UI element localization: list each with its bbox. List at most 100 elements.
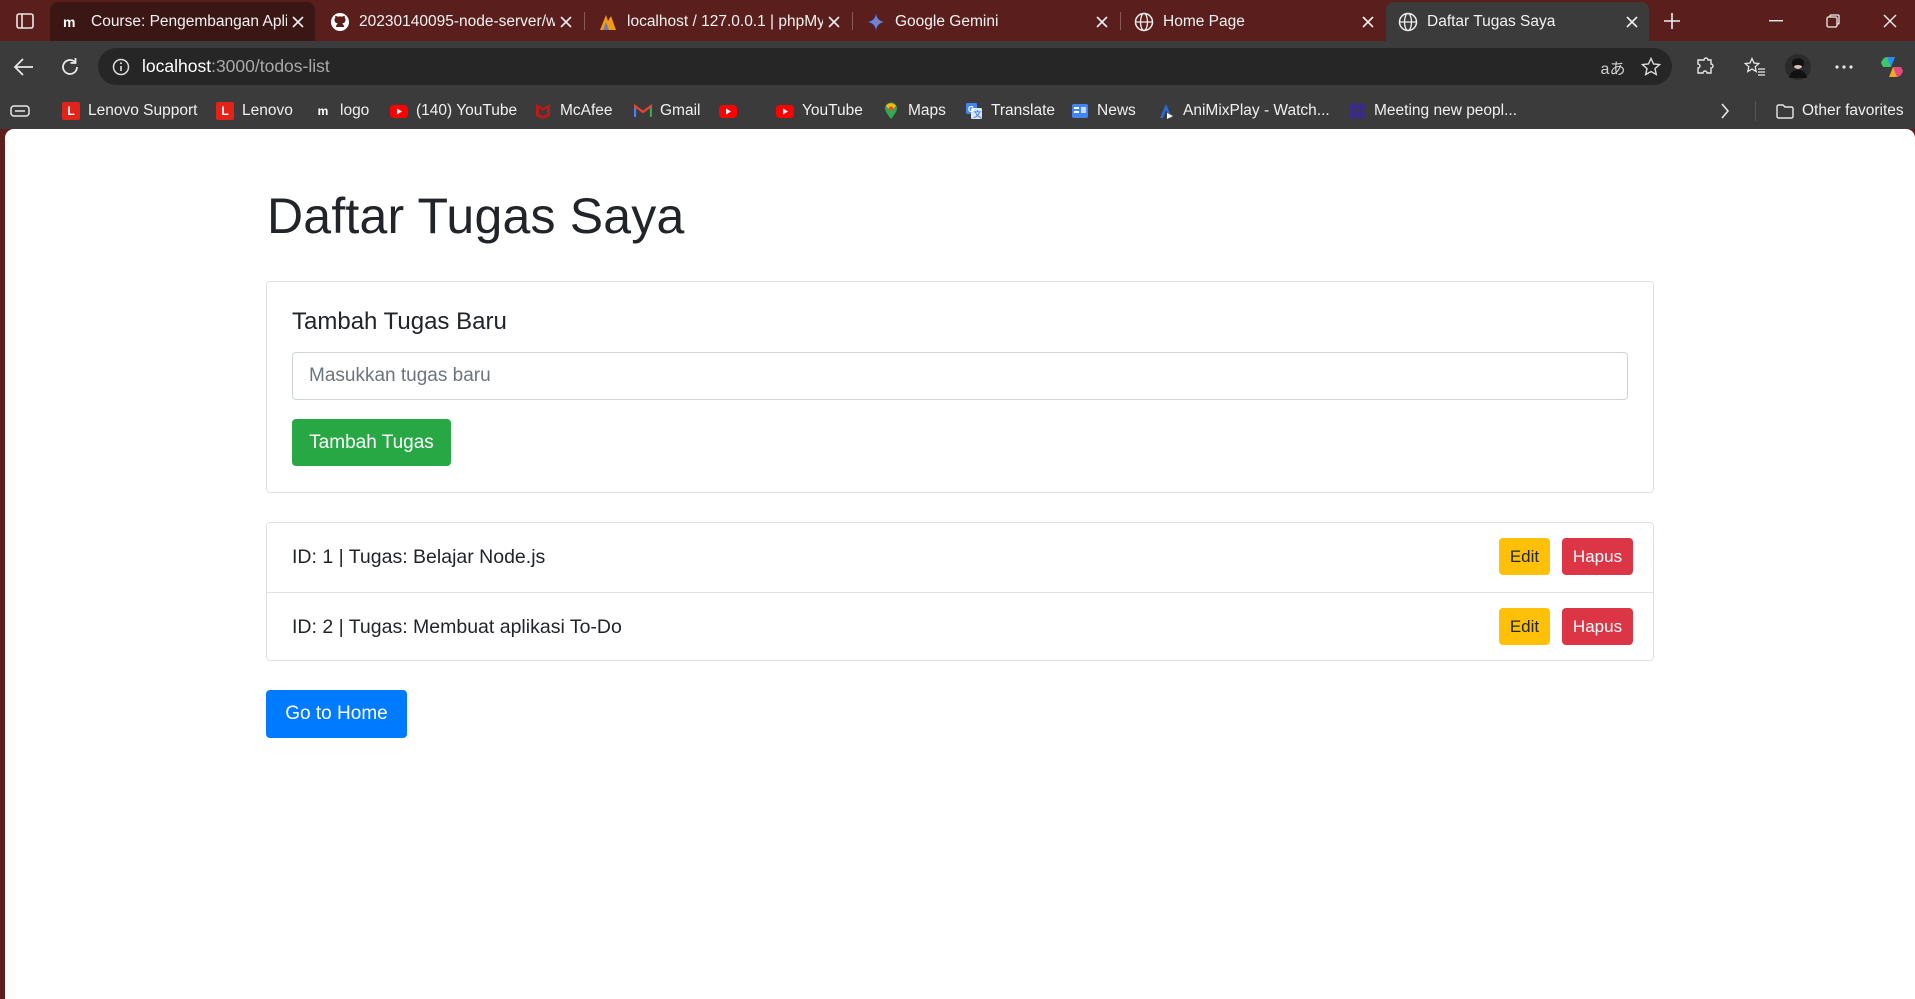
tab-separator <box>584 12 585 30</box>
globe-icon <box>1398 12 1418 32</box>
bookmark-label: Meeting new peopl... <box>1374 102 1518 119</box>
copilot-icon[interactable] <box>1874 49 1910 85</box>
close-icon[interactable] <box>823 11 845 33</box>
favorites-icon[interactable] <box>1737 49 1773 85</box>
bookmark-translate[interactable]: G文 Translate <box>965 100 1055 122</box>
extensions-icon[interactable] <box>1686 49 1722 85</box>
todo-text: ID: 1 | Tugas: Belajar Node.js <box>292 546 546 568</box>
bookmark-label: McAfee <box>560 102 613 119</box>
star-icon[interactable] <box>1638 54 1664 80</box>
address-bar[interactable]: localhost:3000/todos-list aあ <box>98 48 1672 85</box>
close-icon[interactable] <box>1357 11 1379 33</box>
tab-separator <box>852 12 853 30</box>
bookmark-label: AniMixPlay - Watch... <box>1183 102 1330 119</box>
svg-text:m: m <box>63 15 75 29</box>
delete-button[interactable]: Hapus <box>1562 538 1633 575</box>
youtube-icon <box>390 102 408 120</box>
new-tab-button[interactable] <box>1655 4 1689 38</box>
bookmark-lenovo[interactable]: L Lenovo <box>216 100 293 122</box>
tab-title: Google Gemini <box>895 12 999 30</box>
site-info-icon[interactable] <box>110 56 132 78</box>
chevron-right-icon[interactable] <box>1720 100 1730 122</box>
close-icon[interactable] <box>1091 11 1113 33</box>
bookmark-label: Maps <box>908 102 946 119</box>
bookmark-logo[interactable]: m logo <box>314 100 370 122</box>
bookmarks-bar: L Lenovo Support L Lenovo m logo (140) Y… <box>0 92 1915 129</box>
bookmark-label: YouTube <box>802 102 863 119</box>
new-task-input[interactable] <box>292 352 1628 400</box>
restore-button[interactable] <box>1805 0 1861 41</box>
reload-button[interactable] <box>52 49 88 85</box>
sidebar-toggle-icon[interactable] <box>8 8 42 34</box>
close-icon[interactable] <box>555 11 577 33</box>
todo-list: ID: 1 | Tugas: Belajar Node.js Edit Hapu… <box>266 522 1654 661</box>
youtube-icon <box>719 102 737 120</box>
animixplay-icon <box>1157 102 1175 120</box>
bookmark-label: Lenovo <box>242 102 293 119</box>
svg-text:文: 文 <box>974 109 983 119</box>
edit-button[interactable]: Edit <box>1499 608 1550 645</box>
github-icon <box>330 12 350 32</box>
tab-gemini[interactable]: Google Gemini <box>854 2 1119 41</box>
add-task-button[interactable]: Tambah Tugas <box>292 419 451 466</box>
youtube-icon <box>776 102 794 120</box>
back-button[interactable] <box>6 49 42 85</box>
meeting-icon <box>1348 102 1366 120</box>
add-task-heading: Tambah Tugas Baru <box>292 308 507 335</box>
more-options-icon[interactable] <box>1826 49 1862 85</box>
read-aloud-icon[interactable]: aあ <box>1600 54 1626 80</box>
close-icon[interactable] <box>287 11 309 33</box>
bookmark-youtube[interactable]: YouTube <box>776 100 863 122</box>
tab-home-page[interactable]: Home Page <box>1122 2 1385 41</box>
minimize-button[interactable] <box>1748 0 1804 41</box>
close-icon[interactable] <box>1621 11 1643 33</box>
go-home-button[interactable]: Go to Home <box>266 690 407 738</box>
tab-actions-icon[interactable] <box>10 100 30 122</box>
mcafee-icon <box>534 102 552 120</box>
delete-button[interactable]: Hapus <box>1562 608 1633 645</box>
edit-button[interactable]: Edit <box>1499 538 1550 575</box>
tab-course[interactable]: m Course: Pengembangan Aplik <box>50 2 315 41</box>
mahir-logo-icon: m <box>62 12 82 32</box>
tab-phpmyadmin[interactable]: localhost / 127.0.0.1 | phpMy <box>586 2 851 41</box>
tab-title: Home Page <box>1163 12 1245 30</box>
browser-toolbar: localhost:3000/todos-list aあ <box>0 41 1915 92</box>
mahir-logo-icon: m <box>317 104 329 118</box>
bookmark-maps[interactable]: Maps <box>882 100 946 122</box>
bookmark-gmail[interactable]: Gmail <box>634 100 700 122</box>
bookmark-animixplay[interactable]: AniMixPlay - Watch... <box>1157 100 1330 122</box>
close-window-button[interactable] <box>1862 0 1915 41</box>
translate-icon: G文 <box>965 102 983 120</box>
url-text: localhost:3000/todos-list <box>142 56 330 77</box>
url-path: :3000/todos-list <box>211 56 330 76</box>
bookmark-label: logo <box>340 102 370 119</box>
url-host: localhost <box>142 56 212 76</box>
tab-separator <box>1120 12 1121 30</box>
other-favorites-label: Other favorites <box>1802 102 1904 119</box>
page-title: Daftar Tugas Saya <box>267 188 685 244</box>
bookmark-lenovo-support[interactable]: L Lenovo Support <box>62 100 197 122</box>
tab-daftar-tugas[interactable]: Daftar Tugas Saya <box>1386 2 1649 41</box>
lenovo-icon: L <box>216 102 234 120</box>
avatar[interactable] <box>1780 49 1816 85</box>
bookmark-meeting[interactable]: Meeting new peopl... <box>1348 100 1517 122</box>
bookmark-label: (140) YouTube <box>416 102 518 119</box>
bookmark-news[interactable]: News <box>1071 100 1136 122</box>
gmail-icon <box>634 102 652 120</box>
news-icon <box>1071 102 1089 120</box>
bookmark-youtube-icon-only[interactable] <box>719 100 745 122</box>
gemini-icon <box>866 12 886 32</box>
tab-github[interactable]: 20230140095-node-server/w <box>318 2 583 41</box>
folder-icon <box>1776 102 1794 120</box>
bookmark-youtube-140[interactable]: (140) YouTube <box>390 100 517 122</box>
list-item: ID: 1 | Tugas: Belajar Node.js Edit Hapu… <box>267 523 1653 592</box>
other-favorites[interactable]: Other favorites <box>1776 100 1904 122</box>
add-task-card: Tambah Tugas Baru Tambah Tugas <box>266 281 1654 493</box>
bookmark-mcafee[interactable]: McAfee <box>534 100 613 122</box>
lenovo-icon: L <box>62 102 80 120</box>
bookmark-divider <box>1755 101 1756 121</box>
tab-title: Course: Pengembangan Aplik <box>91 12 287 30</box>
page-viewport: Daftar Tugas Saya Tambah Tugas Baru Tamb… <box>5 129 1915 999</box>
bookmark-label: Lenovo Support <box>88 102 198 119</box>
tab-title: Daftar Tugas Saya <box>1427 12 1556 30</box>
